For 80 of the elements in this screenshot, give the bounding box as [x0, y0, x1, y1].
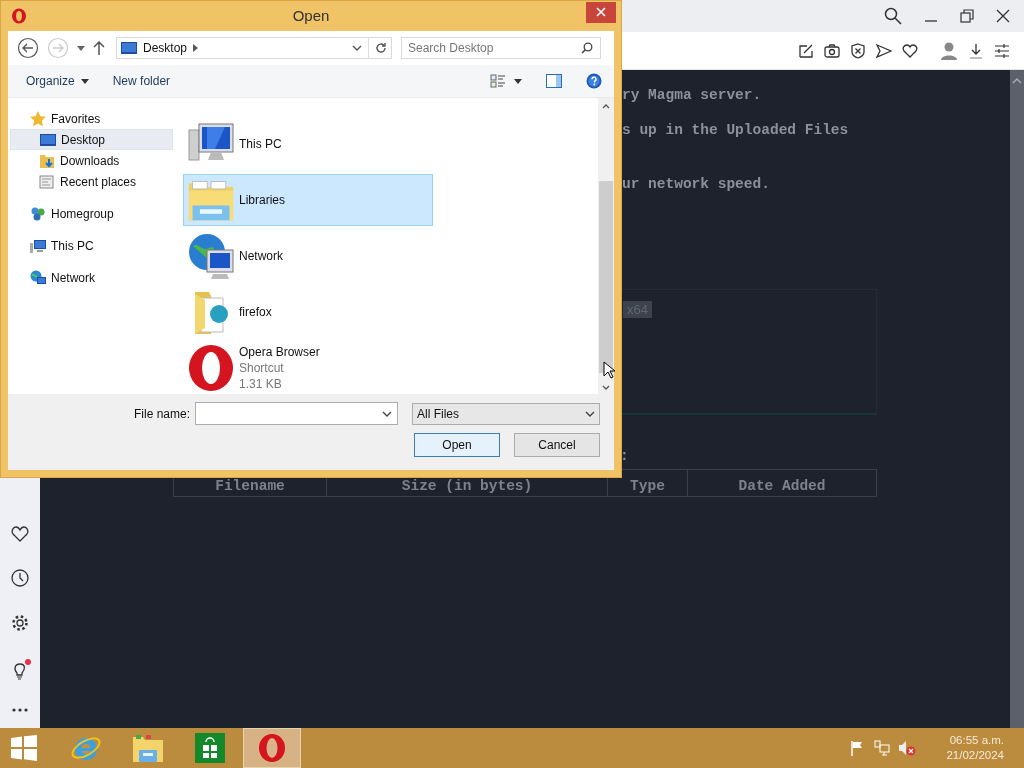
toolbar-button[interactable]: New folder [104, 70, 179, 92]
dialog-button[interactable]: Cancel [514, 433, 600, 457]
file-type-dropdown[interactable]: All Files [412, 402, 600, 425]
file-item[interactable]: Libraries [183, 174, 433, 226]
opera-logo-icon[interactable] [257, 733, 287, 763]
file-item[interactable]: firefox [183, 286, 433, 338]
up-arrow-icon[interactable] [93, 41, 105, 55]
dialog-title: Open [292, 7, 330, 24]
refresh-icon[interactable] [375, 42, 387, 54]
taskbar-button[interactable] [243, 728, 301, 768]
mouse-pointer-icon [603, 361, 615, 379]
dialog-button[interactable]: Open [414, 433, 500, 457]
recent-places-icon [39, 173, 55, 190]
heart-icon[interactable] [11, 526, 29, 542]
search-field[interactable]: Search Desktop [401, 37, 601, 59]
nav-item[interactable]: Downloads [10, 150, 173, 171]
nav-item[interactable]: Favorites [10, 108, 173, 129]
folder-icon[interactable] [132, 733, 164, 763]
field-label: File name: [133, 406, 190, 421]
volume-muted-icon[interactable] [898, 740, 917, 756]
page-text: s up in the Uploaded Files [622, 121, 850, 140]
close-button[interactable] [586, 1, 616, 23]
page-text: ry Magma server. [622, 86, 763, 105]
file-item[interactable]: Opera Browser Shortcut 1.31 KB [183, 342, 433, 394]
nav-item[interactable]: This PC [10, 235, 173, 256]
computer-icon [30, 237, 46, 254]
preview-pane-icon[interactable] [546, 74, 562, 88]
page-text: : [620, 448, 630, 464]
search-icon[interactable] [884, 7, 902, 25]
help-icon[interactable] [586, 73, 602, 89]
nav-item[interactable]: Network [10, 267, 173, 288]
camera-icon[interactable] [824, 42, 840, 59]
settings-icon[interactable] [994, 42, 1010, 59]
chevron-icon[interactable] [193, 44, 199, 52]
store-icon[interactable] [195, 733, 225, 763]
heart-icon[interactable] [902, 42, 918, 59]
nav-item[interactable]: Recent places [10, 171, 173, 192]
scrollbar[interactable] [598, 98, 614, 394]
caret-icon[interactable] [514, 78, 522, 84]
more-icon[interactable] [11, 708, 29, 712]
search-icon[interactable] [581, 42, 593, 54]
dropdown-icon[interactable] [585, 410, 595, 417]
download-icon[interactable] [968, 42, 984, 59]
star-icon [30, 110, 46, 127]
network-icon [30, 269, 46, 286]
caret-icon[interactable] [80, 78, 89, 84]
close-icon[interactable] [996, 9, 1010, 23]
settings-icon[interactable] [11, 614, 29, 632]
scroll-up-icon[interactable] [1012, 78, 1022, 84]
avatar-icon[interactable] [940, 40, 958, 61]
start-icon[interactable] [11, 735, 37, 761]
downloads-folder-icon [39, 152, 55, 169]
snap-icon[interactable] [798, 42, 814, 59]
page-text: ur network speed. [622, 175, 771, 194]
caret-icon[interactable] [77, 45, 85, 51]
nav-item[interactable]: Homegroup [10, 203, 173, 224]
view-options-icon[interactable] [490, 74, 506, 88]
network-globe-icon [187, 232, 235, 280]
scroll-down-icon[interactable] [602, 385, 610, 390]
address-text[interactable]: Desktop [143, 41, 188, 55]
scroll-up-icon[interactable] [602, 104, 610, 109]
back-icon[interactable] [17, 37, 39, 59]
scrollbar[interactable] [1010, 70, 1024, 728]
clock-icon[interactable] [11, 569, 29, 587]
opera-logo-icon [187, 344, 235, 392]
toolbar-button[interactable]: Organize [18, 70, 97, 92]
send-icon[interactable] [876, 42, 892, 59]
shield-icon[interactable] [850, 42, 866, 59]
homegroup-icon [30, 205, 46, 222]
desktop-icon [40, 132, 56, 147]
restore-icon[interactable] [960, 9, 974, 23]
desktop-icon [121, 42, 137, 54]
nav-item[interactable]: Desktop [10, 129, 173, 150]
file-item[interactable]: This PC [183, 118, 433, 170]
dropdown-icon[interactable] [382, 411, 392, 417]
file-name-field[interactable] [195, 402, 398, 425]
column-header: Date Added [737, 477, 827, 496]
opera-logo-icon [11, 8, 27, 24]
file-item[interactable]: Network [183, 230, 433, 282]
dropdown-icon[interactable] [352, 45, 362, 51]
